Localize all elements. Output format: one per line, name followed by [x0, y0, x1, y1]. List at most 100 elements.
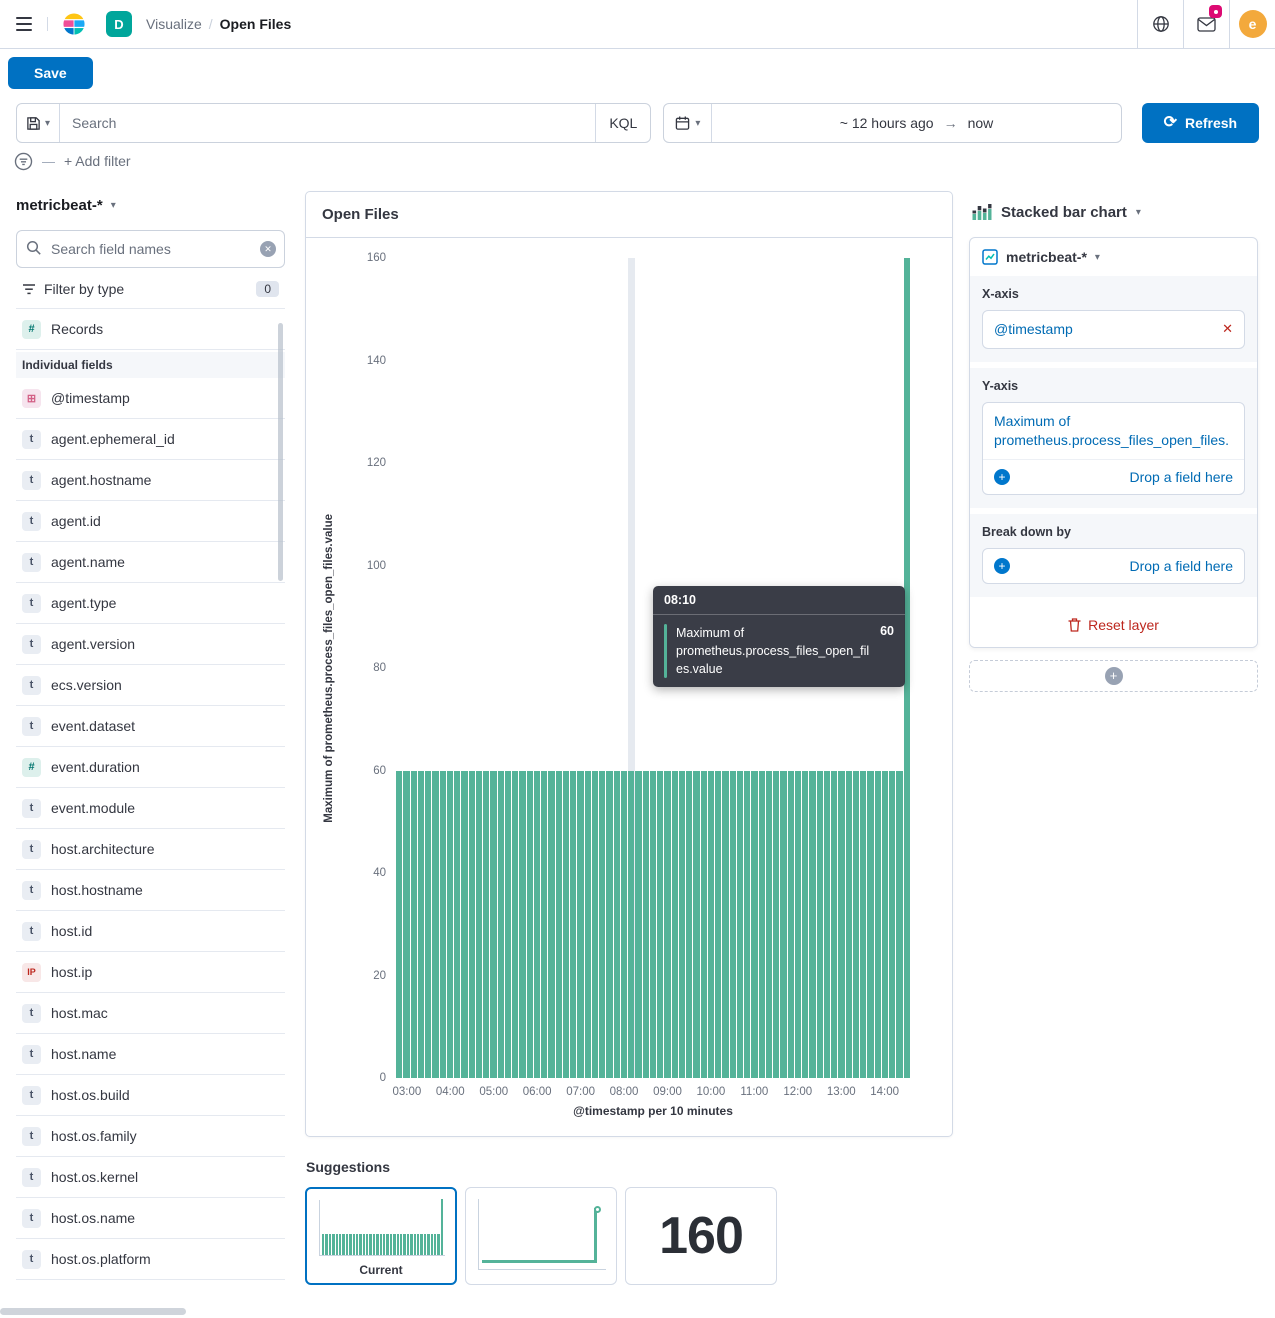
field-item[interactable]: thost.os.build: [16, 1075, 285, 1116]
bar[interactable]: [766, 771, 772, 1079]
y-axis-drop-zone[interactable]: + Drop a field here: [983, 459, 1244, 494]
bar[interactable]: [556, 771, 562, 1079]
bar[interactable]: [585, 771, 591, 1079]
field-item[interactable]: tagent.version: [16, 624, 285, 665]
suggestion-metric[interactable]: 160: [625, 1187, 777, 1285]
bar[interactable]: [469, 771, 475, 1079]
bar[interactable]: [396, 771, 402, 1079]
sidebar-scrollbar[interactable]: [278, 323, 283, 581]
field-item[interactable]: thost.architecture: [16, 829, 285, 870]
field-item[interactable]: #event.duration: [16, 747, 285, 788]
bar[interactable]: [693, 771, 699, 1079]
globe-button[interactable]: [1137, 0, 1183, 48]
bar[interactable]: [701, 771, 707, 1079]
bar[interactable]: [498, 771, 504, 1079]
field-item[interactable]: thost.os.name: [16, 1198, 285, 1239]
suggestion-line-chart[interactable]: [465, 1187, 617, 1285]
bar[interactable]: [751, 771, 757, 1079]
refresh-button[interactable]: ⟳ Refresh: [1142, 103, 1259, 143]
bar[interactable]: [614, 771, 620, 1079]
bar[interactable]: [476, 771, 482, 1079]
clear-search-icon[interactable]: ✕: [260, 241, 276, 257]
bar[interactable]: [722, 771, 728, 1079]
bar[interactable]: [708, 771, 714, 1079]
saved-query-button[interactable]: ▾: [17, 104, 60, 142]
bar[interactable]: [505, 771, 511, 1079]
layer-index-pattern[interactable]: metricbeat-* ▾: [970, 238, 1257, 276]
elastic-logo[interactable]: [48, 11, 100, 37]
field-item[interactable]: tevent.module: [16, 788, 285, 829]
bar[interactable]: [563, 771, 569, 1079]
bar[interactable]: [809, 771, 815, 1079]
field-item[interactable]: tecs.version: [16, 665, 285, 706]
bar[interactable]: [824, 771, 830, 1079]
bar[interactable]: [440, 771, 446, 1079]
bar[interactable]: [657, 771, 663, 1079]
menu-button[interactable]: [0, 17, 48, 31]
user-menu-button[interactable]: e: [1229, 0, 1275, 48]
bar[interactable]: [411, 771, 417, 1079]
field-item[interactable]: thost.hostname: [16, 870, 285, 911]
bar[interactable]: [447, 771, 453, 1079]
bar[interactable]: [795, 771, 801, 1079]
bar[interactable]: [831, 771, 837, 1079]
field-item[interactable]: tagent.name: [16, 542, 285, 583]
field-item[interactable]: thost.id: [16, 911, 285, 952]
add-filter-button[interactable]: + Add filter: [64, 153, 131, 169]
bar[interactable]: [570, 771, 576, 1079]
bar[interactable]: [541, 771, 547, 1079]
reset-layer-button[interactable]: Reset layer: [970, 603, 1257, 647]
field-item[interactable]: thost.os.kernel: [16, 1157, 285, 1198]
bar[interactable]: [606, 771, 612, 1079]
bar[interactable]: [802, 771, 808, 1079]
space-avatar[interactable]: D: [106, 11, 132, 37]
x-axis-dimension[interactable]: @timestamp ✕: [983, 311, 1244, 348]
bar[interactable]: [635, 771, 641, 1079]
bar[interactable]: [882, 771, 888, 1079]
search-input[interactable]: [60, 104, 595, 142]
query-language-button[interactable]: KQL: [595, 104, 650, 142]
horizontal-scrollbar[interactable]: [0, 1308, 186, 1315]
field-item[interactable]: tagent.ephemeral_id: [16, 419, 285, 460]
time-range-to[interactable]: now: [968, 115, 994, 131]
bar[interactable]: [846, 771, 852, 1079]
bar[interactable]: [650, 771, 656, 1079]
bar[interactable]: [875, 771, 881, 1079]
bar[interactable]: [621, 771, 627, 1079]
field-item[interactable]: tagent.type: [16, 583, 285, 624]
bar[interactable]: [780, 771, 786, 1079]
bar[interactable]: [853, 771, 859, 1079]
field-item[interactable]: tagent.hostname: [16, 460, 285, 501]
bar[interactable]: [432, 771, 438, 1079]
field-item[interactable]: tagent.id: [16, 501, 285, 542]
bar[interactable]: [512, 771, 518, 1079]
bar[interactable]: [599, 771, 605, 1079]
notifications-button[interactable]: [1183, 0, 1229, 48]
bar[interactable]: [896, 771, 902, 1079]
bar[interactable]: [490, 771, 496, 1079]
bar[interactable]: [527, 771, 533, 1079]
bar[interactable]: [679, 771, 685, 1079]
field-item[interactable]: thost.os.platform: [16, 1239, 285, 1280]
field-item[interactable]: tevent.dataset: [16, 706, 285, 747]
field-item[interactable]: thost.name: [16, 1034, 285, 1075]
breakdown-drop-zone[interactable]: + Drop a field here: [983, 549, 1244, 583]
field-item[interactable]: thost.os.family: [16, 1116, 285, 1157]
field-item[interactable]: thost.mac: [16, 993, 285, 1034]
bar[interactable]: [592, 771, 598, 1079]
chart-type-selector[interactable]: Stacked bar chart ▾: [971, 203, 1258, 221]
bar[interactable]: [483, 771, 489, 1079]
calendar-button[interactable]: ▾: [664, 104, 712, 142]
bar[interactable]: [628, 771, 634, 1079]
bar[interactable]: [788, 771, 794, 1079]
bar[interactable]: [664, 771, 670, 1079]
remove-dimension-icon[interactable]: ✕: [1222, 321, 1233, 337]
bar[interactable]: [519, 771, 525, 1079]
y-axis-dimension[interactable]: Maximum of prometheus.process_files_open…: [983, 403, 1244, 459]
bar[interactable]: [425, 771, 431, 1079]
time-range[interactable]: ~ 12 hours ago → now: [712, 115, 1120, 131]
bar[interactable]: [737, 771, 743, 1079]
bar[interactable]: [672, 771, 678, 1079]
field-search-input[interactable]: [16, 230, 285, 268]
bar[interactable]: [643, 771, 649, 1079]
